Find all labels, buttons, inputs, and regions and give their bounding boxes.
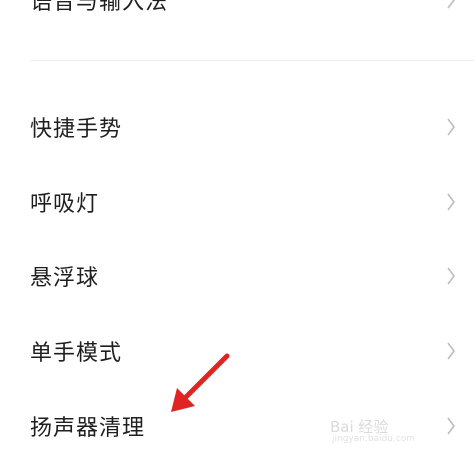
settings-item-one-handed-mode[interactable]: 单手模式 xyxy=(0,320,474,382)
watermark: Bai 经验 jingyan.baidu.com xyxy=(330,410,440,444)
settings-item-label: 语音与输入法 xyxy=(30,0,169,15)
chevron-right-icon xyxy=(446,0,456,10)
settings-item-voice-input[interactable]: 语音与输入法 xyxy=(0,0,474,31)
chevron-right-icon xyxy=(446,341,456,361)
settings-item-breathing-light[interactable]: 呼吸灯 xyxy=(0,171,474,233)
watermark-subtext: jingyan.baidu.com xyxy=(332,434,416,444)
chevron-right-icon xyxy=(446,416,456,436)
settings-item-label: 扬声器清理 xyxy=(30,416,146,441)
chevron-right-icon xyxy=(446,266,456,286)
settings-item-label: 呼吸灯 xyxy=(30,192,100,217)
chevron-right-icon xyxy=(446,117,456,137)
settings-item-label: 单手模式 xyxy=(30,341,123,366)
section-divider xyxy=(30,60,474,61)
chevron-right-icon xyxy=(446,192,456,212)
settings-list: 语音与输入法 快捷手势 呼吸灯 悬浮球 单手模式 扬声器清理 xyxy=(0,0,474,458)
settings-item-label: 悬浮球 xyxy=(30,266,100,291)
settings-item-floating-ball[interactable]: 悬浮球 xyxy=(0,245,474,307)
annotation-arrow-icon xyxy=(165,350,235,420)
settings-item-label: 快捷手势 xyxy=(30,117,123,142)
settings-item-quick-gestures[interactable]: 快捷手势 xyxy=(0,96,474,158)
